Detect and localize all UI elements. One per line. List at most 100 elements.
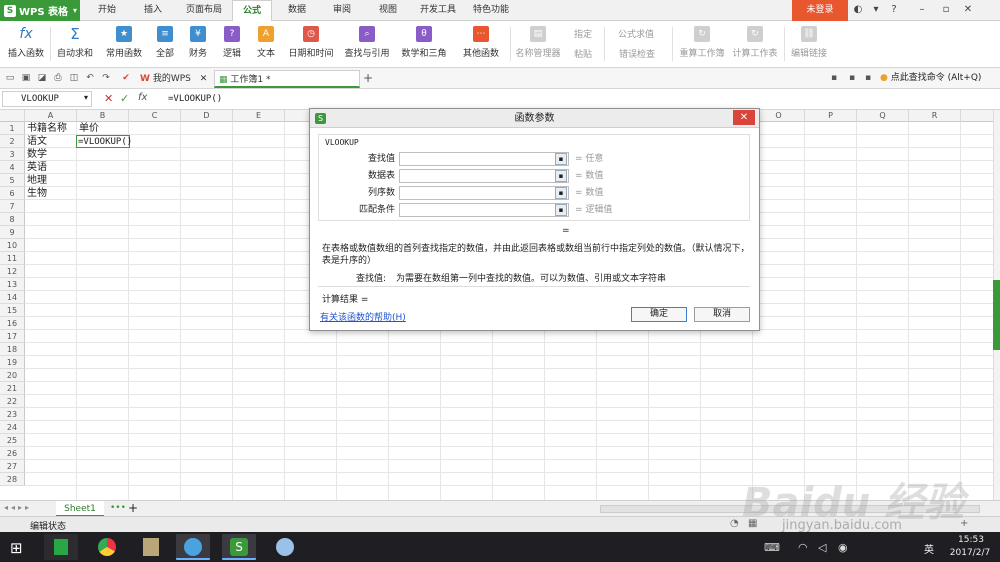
range-select-icon[interactable]: ▪ — [555, 153, 567, 165]
wifi-icon[interactable]: ◠ — [798, 541, 808, 554]
paste-names-button[interactable]: 粘贴 — [566, 45, 600, 63]
login-button[interactable]: 未登录 — [792, 0, 848, 21]
restore-icon[interactable]: ▫ — [940, 4, 952, 16]
shirt-icon[interactable]: ▾ — [870, 4, 882, 16]
column-header-o[interactable]: O — [753, 110, 805, 122]
row-header-11[interactable]: 11 — [0, 252, 25, 265]
ok-button[interactable]: 确定 — [631, 307, 687, 322]
cell-a3[interactable]: 数学 — [25, 148, 47, 161]
cell-b1[interactable]: 单价 — [77, 122, 99, 135]
row-header-16[interactable]: 16 — [0, 317, 25, 330]
print-icon[interactable]: ⎙ — [52, 72, 64, 84]
name-box-dropdown-icon[interactable]: ▾ — [84, 93, 88, 102]
column-header-e[interactable]: E — [233, 110, 285, 122]
ribbon-toggle-icon[interactable]: ▪ — [828, 72, 840, 84]
logic-button[interactable]: ? 逻辑 — [216, 23, 248, 65]
confirm-icon[interactable]: ✓ — [120, 92, 129, 105]
tab-page-layout[interactable]: 页面布局 — [178, 0, 230, 21]
cancel-icon[interactable]: ✕ — [104, 92, 113, 105]
row-header-20[interactable]: 20 — [0, 369, 25, 382]
clock-date[interactable]: 2017/2/7 — [942, 548, 998, 558]
dialog-close-button[interactable]: ✕ — [733, 110, 755, 125]
error-check-button[interactable]: 错误检查 — [608, 45, 666, 63]
row-header-15[interactable]: 15 — [0, 304, 25, 317]
column-header-r[interactable]: R — [909, 110, 961, 122]
all-functions-button[interactable]: ≡ 全部 — [150, 23, 180, 65]
minimize-icon[interactable]: – — [916, 4, 928, 16]
lookup-button[interactable]: ⌕ 查找与引用 — [340, 23, 394, 65]
chrome-taskbar-icon[interactable] — [90, 534, 124, 560]
row-header-17[interactable]: 17 — [0, 330, 25, 343]
row-header-5[interactable]: 5 — [0, 174, 25, 187]
add-sheet-icon[interactable]: + — [128, 501, 138, 515]
keyboard-icon[interactable]: ⌨ — [764, 541, 780, 554]
specify-button[interactable]: 指定 — [566, 23, 600, 41]
row-header-8[interactable]: 8 — [0, 213, 25, 226]
ime-indicator[interactable]: 英 — [924, 541, 934, 556]
row-header-21[interactable]: 21 — [0, 382, 25, 395]
dialog-titlebar[interactable]: S 函数参数 ✕ — [310, 109, 759, 128]
cancel-button[interactable]: 取消 — [694, 307, 750, 322]
open-icon[interactable]: ▭ — [4, 72, 16, 84]
table-array-input[interactable] — [399, 169, 569, 183]
range-select-icon[interactable]: ▪ — [555, 170, 567, 182]
tab-developer[interactable]: 开发工具 — [414, 0, 462, 21]
col-index-input[interactable] — [399, 186, 569, 200]
function-help-link[interactable]: 有关该函数的帮助(H) — [320, 310, 406, 323]
side-panel-handle[interactable] — [993, 280, 1000, 350]
range-select-icon[interactable]: ▪ — [555, 204, 567, 216]
row-header-2[interactable]: 2 — [0, 135, 25, 148]
edit-links-button[interactable]: ⛓ 编辑链接 — [788, 23, 830, 65]
cell-a6[interactable]: 生物 — [25, 187, 47, 200]
save-icon[interactable]: ▣ — [20, 72, 32, 84]
row-header-9[interactable]: 9 — [0, 226, 25, 239]
cell-b2-active[interactable]: =VLOOKUP() — [76, 135, 132, 148]
column-header-c[interactable]: C — [129, 110, 181, 122]
notes-taskbar-icon[interactable] — [134, 534, 168, 560]
name-manager-button[interactable]: ▤ 名称管理器 — [514, 23, 562, 65]
common-functions-button[interactable]: ★ 常用函数 — [100, 23, 148, 65]
insert-function-button[interactable]: fx 插入函数 — [4, 23, 48, 65]
tab-review[interactable]: 审阅 — [322, 0, 362, 21]
tab-insert[interactable]: 插入 — [132, 0, 174, 21]
range-select-icon[interactable]: ▪ — [555, 187, 567, 199]
print-preview-icon[interactable]: ◫ — [68, 72, 80, 84]
more-sheets-icon[interactable]: ••• — [110, 503, 126, 513]
text-button[interactable]: A 文本 — [250, 23, 282, 65]
recalc-workbook-button[interactable]: ↻ 重算工作簿 — [676, 23, 728, 65]
app-menu-button[interactable]: S WPS 表格 ▾ — [0, 0, 80, 21]
row-header-18[interactable]: 18 — [0, 343, 25, 356]
row-header-22[interactable]: 22 — [0, 395, 25, 408]
tray-icon[interactable]: ◉ — [838, 541, 848, 554]
select-all-corner[interactable] — [0, 110, 25, 122]
tab-workbook[interactable]: ▦ 工作簿1 * — [214, 70, 360, 88]
tab-view[interactable]: 视图 — [368, 0, 408, 21]
column-header-a[interactable]: A — [25, 110, 77, 122]
export-pdf-icon[interactable]: ◪ — [36, 72, 48, 84]
recalc-sheet-button[interactable]: ↻ 计算工作表 — [730, 23, 780, 65]
row-header-12[interactable]: 12 — [0, 265, 25, 278]
datetime-button[interactable]: ◷ 日期和时间 — [284, 23, 338, 65]
cell-a5[interactable]: 地理 — [25, 174, 47, 187]
row-header-6[interactable]: 6 — [0, 187, 25, 200]
store-taskbar-icon[interactable] — [44, 534, 78, 560]
column-header-b[interactable]: B — [77, 110, 129, 122]
pin-icon[interactable]: ✔ — [120, 72, 132, 84]
tab-data[interactable]: 数据 — [278, 0, 316, 21]
row-header-7[interactable]: 7 — [0, 200, 25, 213]
help-icon[interactable]: ? — [888, 4, 900, 16]
column-header-q[interactable]: Q — [857, 110, 909, 122]
formula-input[interactable]: =VLOOKUP() — [168, 91, 222, 107]
sheet-nav-icon[interactable]: ◂◂▸▸ — [4, 503, 32, 512]
share-icon[interactable]: ▪ — [862, 72, 874, 84]
sidebar-icon[interactable]: ▪ — [846, 72, 858, 84]
cell-a4[interactable]: 英语 — [25, 161, 47, 174]
row-header-1[interactable]: 1 — [0, 122, 25, 135]
fx-icon[interactable]: fx — [138, 92, 147, 103]
evaluate-formula-button[interactable]: 公式求值 — [608, 23, 664, 41]
tab-features[interactable]: 特色功能 — [466, 0, 516, 21]
row-header-19[interactable]: 19 — [0, 356, 25, 369]
wps-taskbar-icon[interactable]: S — [222, 534, 256, 560]
skin-icon[interactable]: ◐ — [852, 4, 864, 16]
new-tab-icon[interactable]: + — [362, 72, 374, 84]
